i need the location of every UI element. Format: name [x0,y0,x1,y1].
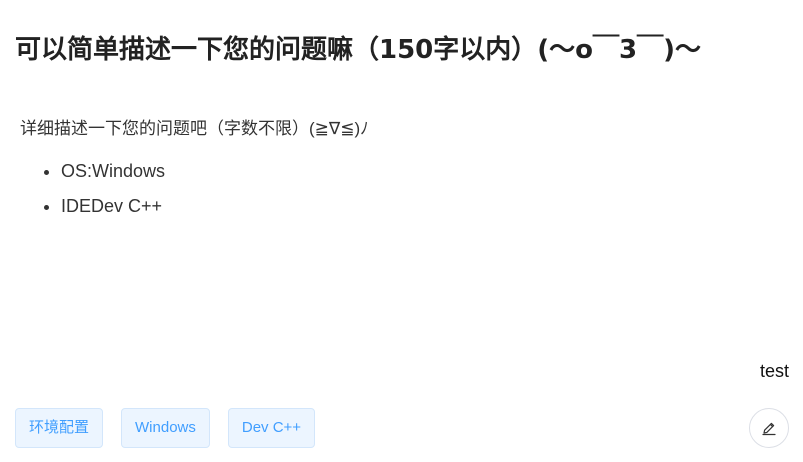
environment-list: OS:Windows IDEDev C++ [20,154,783,224]
question-body: 详细描述一下您的问题吧（字数不限）(≧∇≦)ﾉ OS:Windows IDEDe… [20,116,783,224]
question-description: 详细描述一下您的问题吧（字数不限）(≧∇≦)ﾉ [20,119,369,138]
question-title: 可以简单描述一下您的问题嘛（150字以内）(～o￣3￣)～ [15,35,701,65]
tag-list: 环境配置 Windows Dev C++ [15,408,316,448]
tag-windows[interactable]: Windows [121,408,210,448]
author-name: test [759,361,789,381]
environment-item-os: OS:Windows [61,154,783,189]
edit-button[interactable] [749,408,789,448]
tag-dev-cpp[interactable]: Dev C++ [227,408,316,448]
pencil-icon [761,420,777,436]
tag-environment-config[interactable]: 环境配置 [15,408,104,448]
question-card: 可以简单描述一下您的问题嘛（150字以内）(～o￣3￣)～ 详细描述一下您的问题… [0,0,803,462]
environment-item-ide: IDEDev C++ [61,189,783,224]
